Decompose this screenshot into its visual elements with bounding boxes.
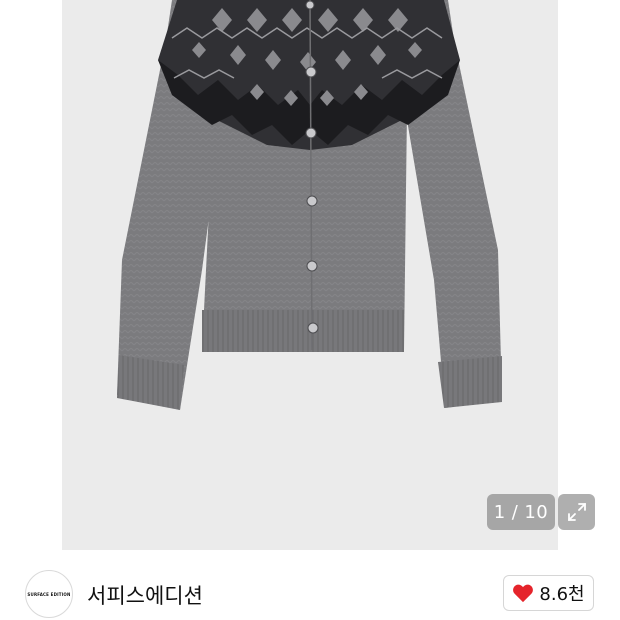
current-image-index: 1 — [493, 501, 506, 523]
like-count: 8.6천 — [539, 584, 585, 605]
heart-icon — [513, 584, 534, 603]
product-image-gallery[interactable]: 1 / 10 — [0, 0, 620, 550]
cardigan-image — [117, 0, 502, 410]
store-logo[interactable]: SURFACE EDITION — [25, 570, 73, 618]
image-counter: 1 / 10 — [487, 494, 555, 530]
total-image-count: 10 — [524, 501, 549, 523]
fullscreen-button[interactable] — [558, 494, 595, 530]
like-button[interactable]: 8.6천 — [503, 575, 594, 611]
store-name[interactable]: 서피스에디션 — [87, 580, 203, 610]
store-logo-text: SURFACE EDITION — [27, 591, 71, 597]
expand-arrows-icon — [567, 503, 586, 521]
product-photo[interactable] — [62, 0, 558, 550]
counter-separator: / — [511, 501, 519, 523]
